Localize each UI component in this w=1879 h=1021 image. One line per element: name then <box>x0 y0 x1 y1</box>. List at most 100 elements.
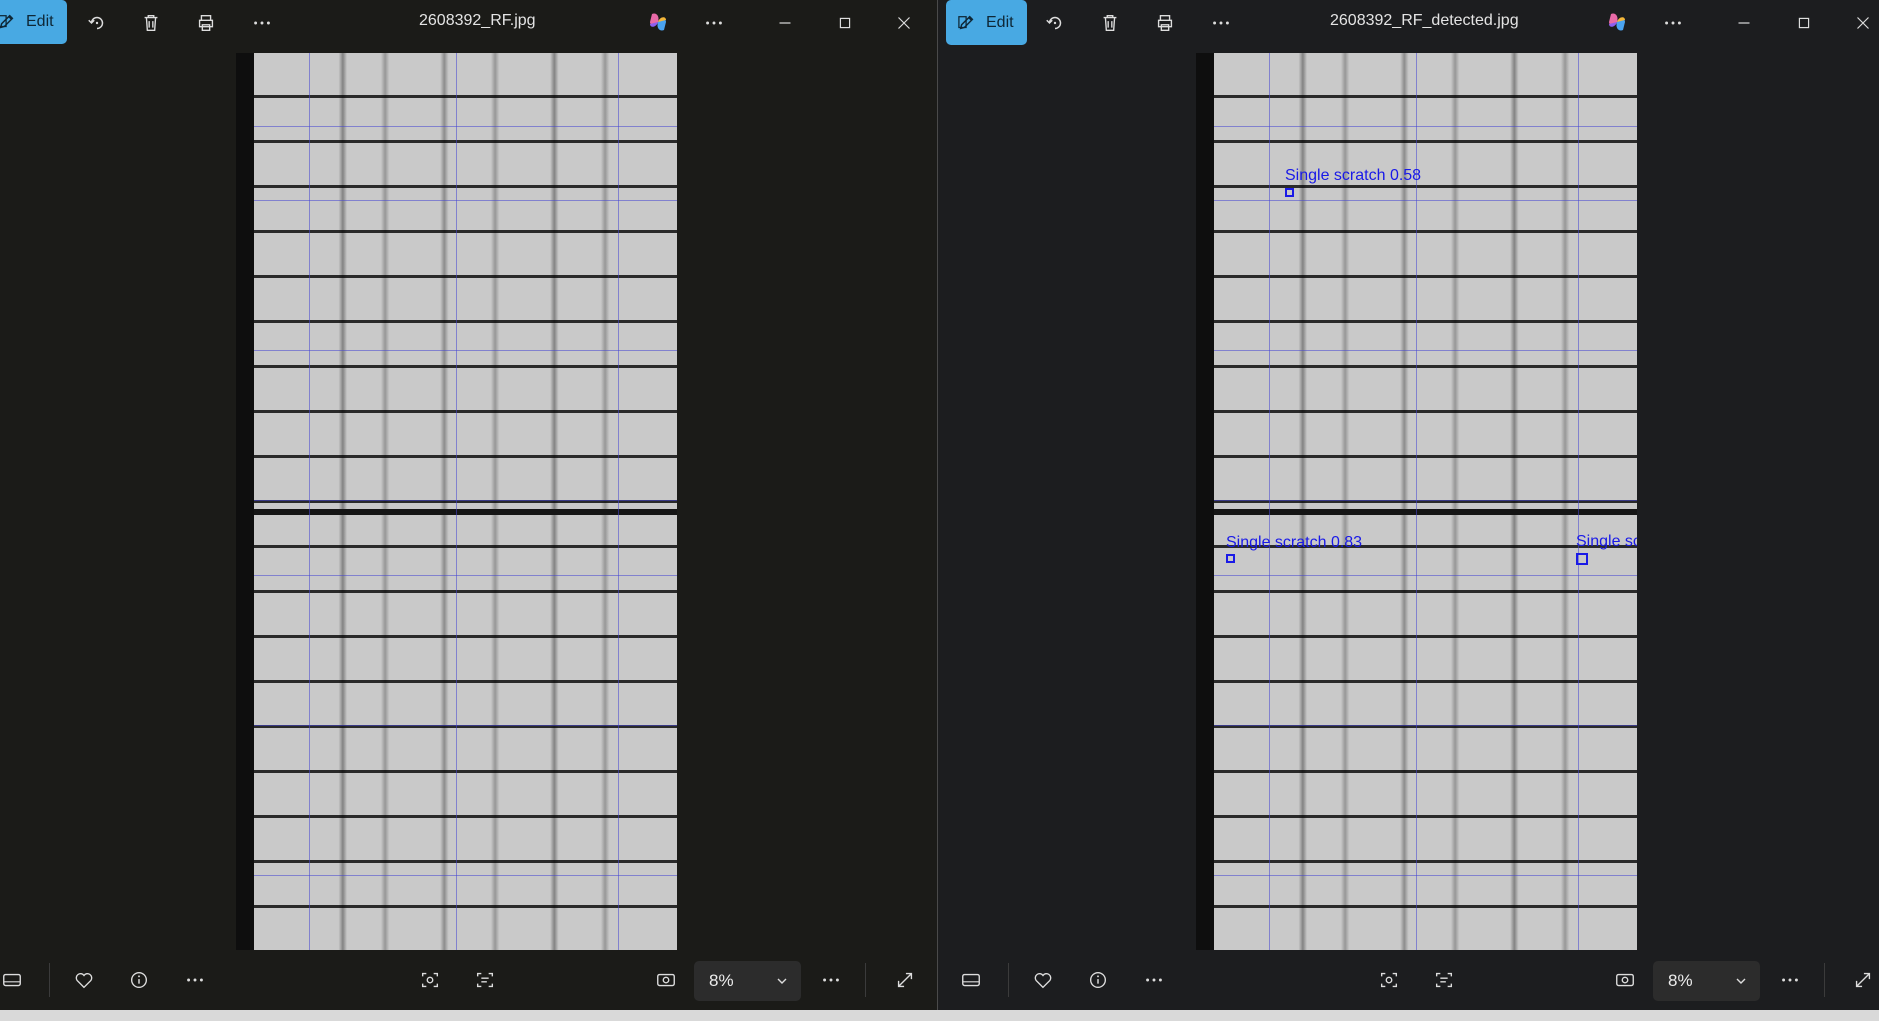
detection-label: Single scratch 0.83 <box>1226 534 1363 551</box>
panel-split-line <box>1214 509 1637 515</box>
rotate-button[interactable] <box>1042 10 1068 36</box>
text-scan-icon <box>1435 972 1453 988</box>
close-icon <box>898 17 910 29</box>
grid-line <box>1269 53 1270 950</box>
more-icon <box>1146 978 1162 982</box>
delete-button[interactable] <box>138 10 164 36</box>
print-icon <box>198 14 214 32</box>
grid-line <box>1214 500 1637 501</box>
delete-icon <box>1103 14 1117 32</box>
close-icon <box>1857 17 1869 29</box>
grid-line <box>254 875 677 876</box>
favorite-button[interactable] <box>1031 968 1055 992</box>
fullscreen-icon <box>897 972 913 988</box>
filmstrip-button[interactable] <box>0 968 24 992</box>
text-scan-button[interactable] <box>1432 968 1456 992</box>
actual-size-button[interactable] <box>654 968 678 992</box>
more-button-zoom[interactable] <box>1778 968 1802 992</box>
grid-line <box>254 725 677 726</box>
grid-line <box>309 53 310 950</box>
divider <box>49 963 50 997</box>
more-button-2[interactable] <box>701 10 727 36</box>
grid-line <box>1214 875 1637 876</box>
grid-line <box>1416 53 1417 950</box>
filmstrip-icon <box>3 973 21 987</box>
copilot-icon[interactable] <box>1605 10 1629 34</box>
rotate-icon <box>1046 16 1062 30</box>
more-button-zoom[interactable] <box>819 968 843 992</box>
fullscreen-icon <box>1855 972 1871 988</box>
window-title: 2608392_RF_detected.jpg <box>1330 12 1519 29</box>
detection-label: Single scratch 0.58 <box>1285 167 1422 184</box>
rotate-icon <box>88 16 104 30</box>
print-button[interactable] <box>1152 10 1178 36</box>
chevron-down-icon <box>1736 978 1746 984</box>
more-button-bottom[interactable] <box>1142 968 1166 992</box>
text-scan-button[interactable] <box>473 968 497 992</box>
print-button[interactable] <box>193 10 219 36</box>
copilot-icon[interactable] <box>646 10 670 34</box>
minimize-button[interactable] <box>1731 10 1757 36</box>
chevron-down-icon <box>777 978 787 984</box>
fullscreen-button[interactable] <box>1851 968 1875 992</box>
filmstrip-button[interactable] <box>959 968 983 992</box>
favorite-icon <box>75 973 93 989</box>
delete-button[interactable] <box>1097 10 1123 36</box>
actual-size-icon <box>1616 973 1634 987</box>
detection-box <box>1285 188 1294 197</box>
photo-canvas[interactable] <box>236 53 677 950</box>
text-scan-icon <box>476 972 494 988</box>
more-button[interactable] <box>249 10 275 36</box>
maximize-button[interactable] <box>1791 10 1817 36</box>
filmstrip-icon <box>962 973 980 987</box>
print-icon <box>1157 14 1173 32</box>
grid-line <box>1578 53 1579 950</box>
photos-window-left: Edit 2608392_RF.jpg 8% <box>0 0 937 1010</box>
window-title: 2608392_RF.jpg <box>419 12 536 29</box>
edit-button[interactable]: Edit <box>946 0 1027 45</box>
more-button-2[interactable] <box>1660 10 1686 36</box>
grid-line <box>1214 350 1637 351</box>
grid-line <box>456 53 457 950</box>
divider <box>1008 963 1009 997</box>
detection-label: Single sc <box>1576 533 1637 550</box>
info-button[interactable] <box>127 968 151 992</box>
grid-line <box>254 126 677 127</box>
grid-line <box>1214 575 1637 576</box>
visual-search-button[interactable] <box>1377 968 1401 992</box>
grid-line <box>1214 200 1637 201</box>
detection-box <box>1226 554 1235 563</box>
zoom-dropdown[interactable]: 8% <box>1653 961 1760 1001</box>
grid-line <box>254 575 677 576</box>
edit-icon <box>0 14 14 29</box>
maximize-button[interactable] <box>832 10 858 36</box>
edit-icon <box>958 15 974 29</box>
more-icon <box>254 21 270 25</box>
maximize-icon <box>1798 17 1810 29</box>
actual-size-icon <box>657 973 675 987</box>
more-icon <box>823 978 839 982</box>
info-button[interactable] <box>1086 968 1110 992</box>
grid-line <box>1214 126 1637 127</box>
zoom-dropdown[interactable]: 8% <box>694 961 801 1001</box>
favorite-icon <box>1034 973 1052 989</box>
more-icon <box>187 978 203 982</box>
photo-canvas[interactable]: Single scratch 0.58 Single scratch 0.83 … <box>1196 53 1637 950</box>
taskbar-strip <box>0 1010 1879 1021</box>
grid-line <box>254 350 677 351</box>
edit-label: Edit <box>26 13 54 30</box>
info-icon <box>1089 971 1107 989</box>
minimize-button[interactable] <box>772 10 798 36</box>
favorite-button[interactable] <box>72 968 96 992</box>
close-button[interactable] <box>891 10 917 36</box>
close-button[interactable] <box>1850 10 1876 36</box>
rotate-button[interactable] <box>84 10 110 36</box>
info-icon <box>130 971 148 989</box>
visual-search-button[interactable] <box>418 968 442 992</box>
more-button[interactable] <box>1208 10 1234 36</box>
fullscreen-button[interactable] <box>893 968 917 992</box>
edit-button[interactable]: Edit <box>0 0 67 44</box>
edit-label: Edit <box>986 13 1014 31</box>
more-button-bottom[interactable] <box>183 968 207 992</box>
actual-size-button[interactable] <box>1613 968 1637 992</box>
